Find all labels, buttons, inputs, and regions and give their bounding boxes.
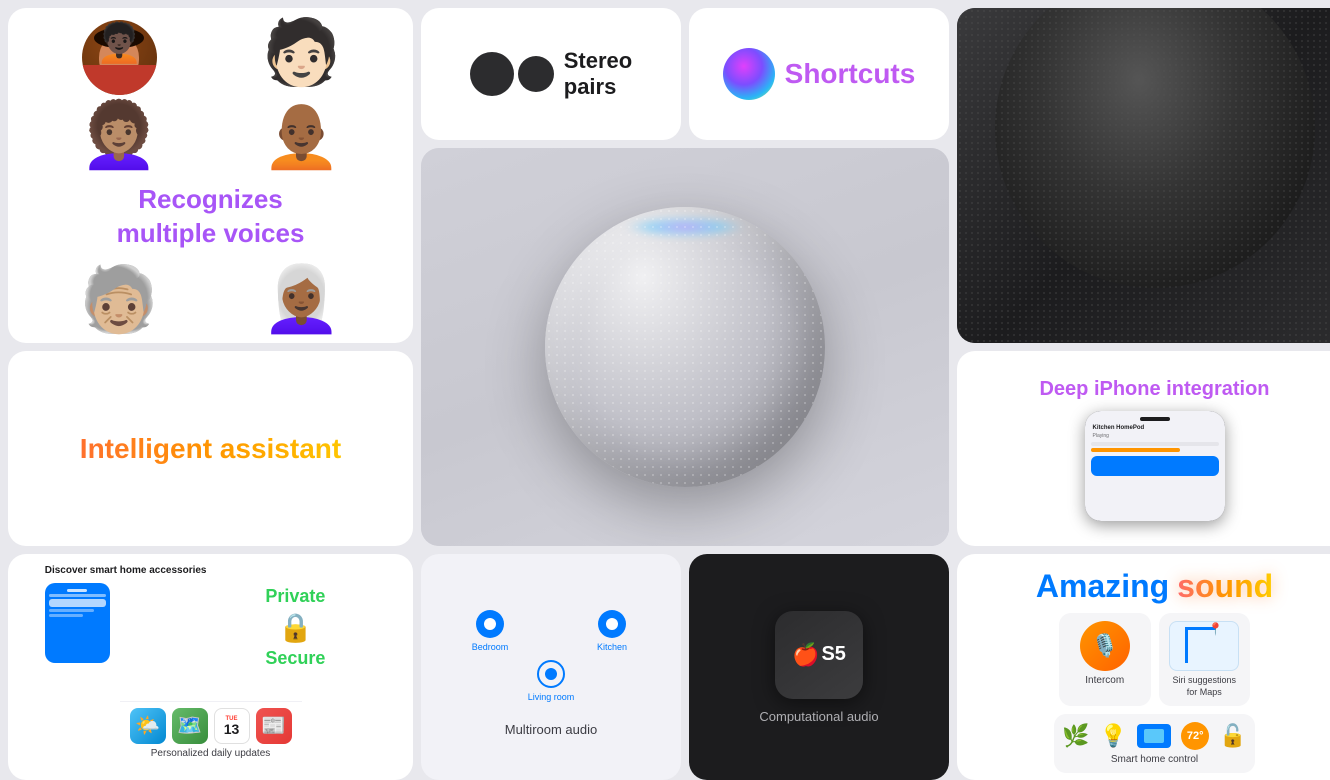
app-icons-row: 🌤️ 🗺️ TUE 13 📰 <box>130 708 292 744</box>
shortcuts-card: Shortcuts <box>689 8 949 140</box>
weather-icon: 🌤️ <box>130 708 166 744</box>
maps-icon: 🗺️ <box>172 708 208 744</box>
shortcuts-label: Shortcuts <box>785 58 916 90</box>
memoji-grid: 🧑🏿‍🦱 🧑🏻 👩🏽‍🦱 🧑🏾‍🦲 <box>24 12 397 175</box>
discover-phone <box>45 583 110 663</box>
living-room-item: Living room <box>528 660 575 702</box>
iphone-bar1 <box>1091 442 1219 446</box>
bedroom-dot <box>476 610 504 638</box>
speaker-dot-right <box>518 56 554 92</box>
calendar-icon: TUE 13 <box>214 708 250 744</box>
living-room-label: Living room <box>528 692 575 702</box>
siri-maps-label: Siri suggestions for Maps <box>1167 675 1243 698</box>
computational-content: 🍎 S5 Computational audio <box>689 554 949 780</box>
kitchen-item: Kitchen <box>555 610 669 652</box>
homepod-mesh-overlay <box>957 8 1330 343</box>
siri-orb <box>723 48 775 100</box>
chip-visual: 🍎 S5 <box>775 611 863 699</box>
private-secure-section: Private 🔒 Secure <box>215 564 377 691</box>
secure-label: Secure <box>265 648 325 669</box>
discover-left-section: Discover smart home accessories <box>45 564 207 691</box>
kitchen-dot <box>598 610 626 638</box>
intercom-maps-row: 🎙️ Intercom 📍 Siri suggestions for Maps <box>1059 613 1250 706</box>
smart-home-label: Smart home control <box>1111 754 1198 765</box>
homepod-mesh <box>545 207 825 487</box>
smart-bulb-icon: 💡 <box>1100 723 1127 749</box>
smart-lock-icon: 🔓 <box>1219 723 1246 749</box>
deep-iphone-card: Deep iPhone integration Kitchen HomePod … <box>957 351 1330 546</box>
multiroom-card: Bedroom Kitchen Living room Multiroom au… <box>421 554 681 780</box>
smart-lights-icon: 🌿 <box>1062 723 1089 749</box>
smart-temp-icon: 72° <box>1181 722 1209 750</box>
homepod-main-card <box>421 148 949 546</box>
sound-word: sound <box>1177 568 1273 605</box>
smart-screen-icon <box>1137 724 1171 748</box>
homepod-main-visual <box>421 148 949 546</box>
multiroom-label: Multiroom audio <box>505 722 598 737</box>
iphone-text2: Playing <box>1091 433 1219 439</box>
bedroom-item: Bedroom <box>433 610 547 652</box>
intercom-mic-icon: 🎙️ <box>1091 633 1118 659</box>
computational-card: 🍎 S5 Computational audio <box>689 554 949 780</box>
iphone-bar3 <box>1091 456 1219 476</box>
siri-maps-section: 📍 Siri suggestions for Maps <box>1159 613 1251 706</box>
multiroom-content: Bedroom Kitchen Living room Multiroom au… <box>421 554 681 780</box>
intelligent-text: Intelligent assistant <box>60 412 361 486</box>
private-label: Private <box>265 586 325 607</box>
iphone-mockup-group: Kitchen HomePod Playing <box>1085 411 1225 521</box>
iphone-screen: Kitchen HomePod Playing <box>1085 411 1225 521</box>
intelligent-assistant-card: Intelligent assistant <box>8 351 413 546</box>
amazing-sound-card: Amazing sound 🎙️ Intercom 📍 Siri suggest… <box>957 554 1330 780</box>
personalized-section: 🌤️ 🗺️ TUE 13 📰 Personalized daily update… <box>120 701 302 780</box>
discover-card: Discover smart home accessories Private … <box>8 554 413 780</box>
homepod-top-card <box>957 8 1330 343</box>
memoji-grid-bottom: 🧓🏼 👩🏾‍🦳 <box>24 259 397 339</box>
room-grid: Bedroom Kitchen Living room <box>421 598 681 714</box>
amazing-sound-heading: Amazing sound <box>1036 568 1273 605</box>
homepod-top-visual <box>957 8 1330 343</box>
stereo-label: Stereo pairs <box>564 48 632 101</box>
intercom-section: 🎙️ Intercom <box>1059 613 1151 706</box>
discover-title: Discover smart home accessories <box>45 564 207 577</box>
recognizes-text: Recognizes multiple voices <box>105 175 317 259</box>
personalized-label: Personalized daily updates <box>130 748 292 759</box>
bedroom-label: Bedroom <box>472 642 509 652</box>
chip-model: S5 <box>821 643 845 666</box>
homepod-sphere <box>545 207 825 487</box>
news-icon: 📰 <box>256 708 292 744</box>
speaker-dot-left <box>470 52 514 96</box>
recognizes-voices-card: 🧑🏿‍🦱 🧑🏻 👩🏽‍🦱 🧑🏾‍🦲 Recognizes multiple vo… <box>8 8 413 343</box>
iphone-text1: Kitchen HomePod <box>1091 425 1219 431</box>
intercom-orb: 🎙️ <box>1080 621 1130 671</box>
amazing-word: Amazing <box>1036 568 1169 605</box>
iphone-mockup: Kitchen HomePod Playing <box>1085 411 1225 521</box>
smart-home-section: 🌿 💡 72° 🔓 Smart home control <box>1054 714 1254 773</box>
intercom-label: Intercom <box>1085 675 1124 686</box>
iphone-bar2 <box>1091 448 1181 452</box>
iphone-notch <box>1140 417 1170 421</box>
chip-label: 🍎 S5 <box>792 642 846 668</box>
deep-iphone-title: Deep iPhone integration <box>1039 377 1269 401</box>
computational-label: Computational audio <box>759 709 878 724</box>
kitchen-label: Kitchen <box>597 642 627 652</box>
living-room-dot <box>537 660 565 688</box>
smart-home-icons: 🌿 💡 72° 🔓 <box>1062 722 1246 750</box>
maps-diagram: 📍 <box>1169 621 1239 671</box>
maps-pin-icon: 📍 <box>1208 622 1223 636</box>
apple-logo-icon: 🍎 <box>792 642 819 668</box>
discover-top-section: Discover smart home accessories Private … <box>35 554 387 701</box>
stereo-icon <box>470 52 554 96</box>
lock-icon: 🔒 <box>278 611 313 644</box>
stereo-pairs-card: Stereo pairs <box>421 8 681 140</box>
